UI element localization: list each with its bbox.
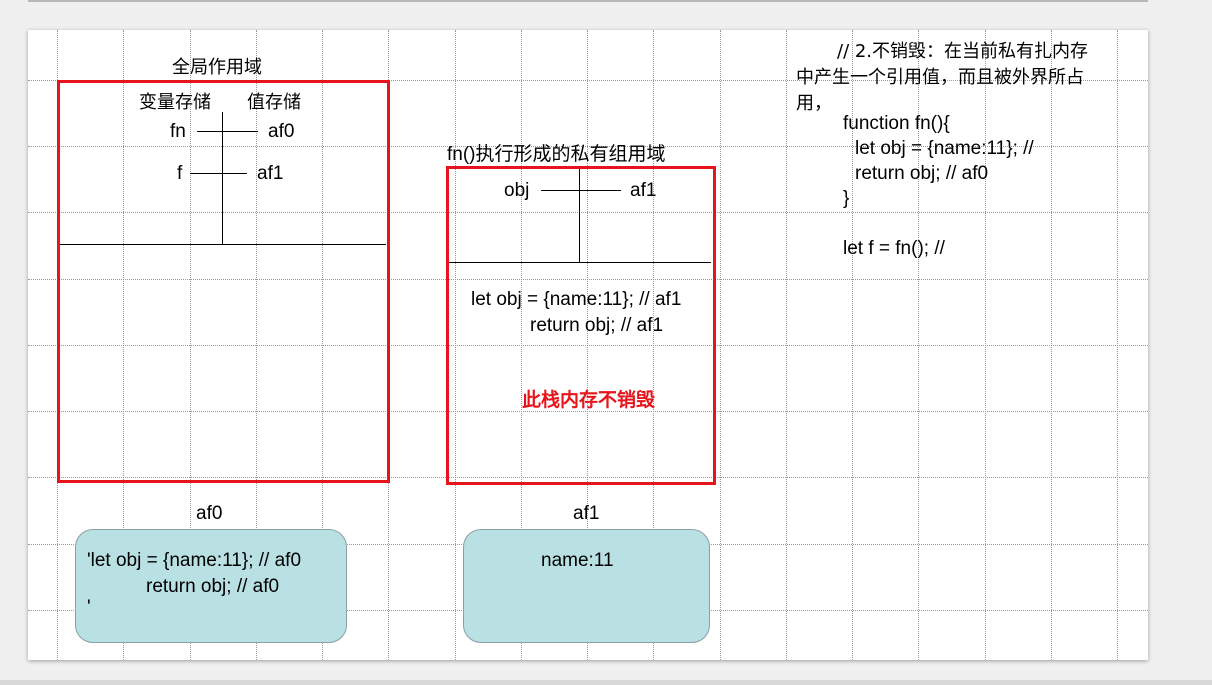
global-val-af1: af1 (257, 163, 284, 184)
private-divider-vertical (579, 169, 580, 262)
heap-af1-box (463, 529, 710, 643)
note-code5: let f = fn(); // (843, 238, 945, 259)
private-scope-title-text: fn()执行形成的私有组用域 (447, 144, 666, 165)
private-scope-title: fn()执行形成的私有组用域 (447, 139, 666, 166)
private-stack-note: 此栈内存不销毁 (522, 389, 656, 411)
global-scope-title: 全局作用域 (172, 57, 262, 78)
private-divider-horizontal (449, 262, 711, 263)
global-val-column-header: 值存储 (247, 92, 301, 113)
heap-af0-label: af0 (196, 503, 223, 524)
global-val-af0: af0 (268, 121, 295, 142)
private-val-af1: af1 (630, 180, 657, 201)
heap-af0-line3: ' (87, 597, 91, 618)
note-code3: return obj; // af0 (855, 163, 989, 184)
private-var-obj: obj (504, 180, 530, 201)
global-divider-horizontal (60, 244, 386, 245)
note-code4: } (843, 188, 850, 209)
private-link-obj (541, 190, 621, 191)
note-code1: function fn(){ (843, 113, 950, 134)
global-var-f: f (177, 163, 183, 184)
global-link-fn (197, 131, 258, 132)
heap-af1-label: af1 (573, 503, 600, 524)
private-code-line1: let obj = {name:11}; // af1 (471, 289, 682, 310)
note-line3: 用， (796, 93, 832, 114)
bottom-bar (0, 680, 1212, 685)
heap-af1-content: name:11 (541, 550, 614, 571)
global-link-f (190, 173, 247, 174)
top-bar (28, 0, 1148, 2)
heap-af0-line2: return obj; // af0 (146, 576, 280, 597)
global-var-column-header: 变量存储 (139, 92, 211, 113)
private-code-line2: return obj; // af1 (530, 315, 664, 336)
global-var-fn: fn (170, 121, 186, 142)
heap-af0-line1: 'let obj = {name:11}; // af0 (87, 550, 302, 571)
note-code2: let obj = {name:11}; // (855, 138, 1034, 159)
note-line1: // 2.不销毁：在当前私有扎内存 (837, 41, 1089, 62)
global-scope-box (57, 80, 390, 483)
note-line2: 中产生一个引用值，而且被外界所占 (796, 67, 1084, 88)
